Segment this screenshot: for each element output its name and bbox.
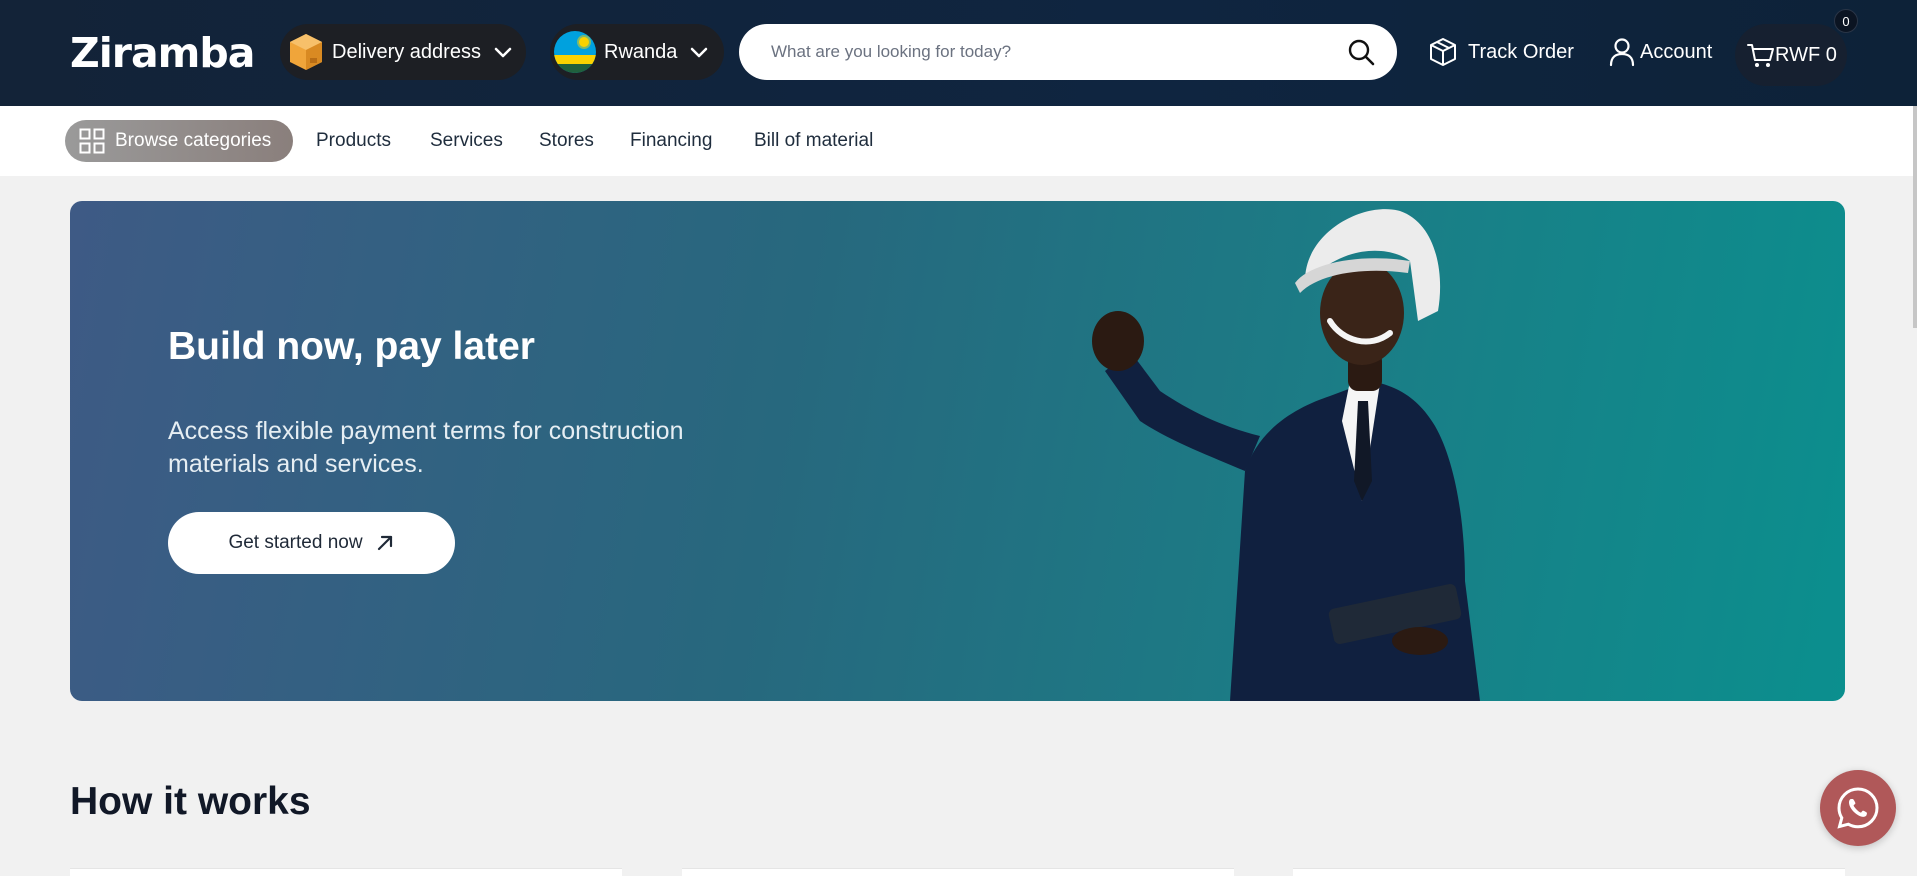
cart-total: RWF 0 xyxy=(1775,43,1837,66)
search-icon[interactable] xyxy=(1347,38,1375,66)
nav-item-services[interactable]: Services xyxy=(430,130,503,152)
cart-button[interactable]: RWF 0 xyxy=(1735,24,1847,86)
hero-subtitle: Access flexible payment terms for constr… xyxy=(168,417,684,478)
chevron-down-icon xyxy=(691,47,708,58)
country-selector[interactable]: Rwanda xyxy=(550,24,724,80)
delivery-address-button[interactable]: Delivery address xyxy=(280,24,526,80)
user-icon xyxy=(1609,38,1635,67)
search-input[interactable] xyxy=(769,41,1333,63)
box-icon xyxy=(1430,38,1456,66)
nav-item-products[interactable]: Products xyxy=(316,130,391,152)
top-header: Ziramba Delivery address Rwanda What are… xyxy=(0,0,1917,106)
engineer-illustration xyxy=(1092,209,1480,701)
scrollbar-thumb[interactable] xyxy=(1913,106,1917,328)
search-bar xyxy=(739,24,1397,80)
grid-icon xyxy=(79,128,105,154)
nav-item-financing[interactable]: Financing xyxy=(630,130,712,152)
how-it-works-title: How it works xyxy=(70,780,311,823)
get-started-button[interactable]: Get started now xyxy=(168,512,455,574)
whatsapp-icon xyxy=(1837,787,1879,829)
cart-count-badge: 0 xyxy=(1834,9,1858,33)
rwanda-flag-icon xyxy=(554,31,596,73)
hero-title: Build now, pay later xyxy=(168,325,535,368)
country-label: Rwanda xyxy=(604,40,678,63)
nav-item-bill-of-material[interactable]: Bill of material xyxy=(754,130,873,152)
cart-icon xyxy=(1747,44,1774,67)
account-label: Account xyxy=(1640,40,1713,63)
browse-categories-button[interactable]: Browse categories xyxy=(65,120,293,162)
category-nav: Browse categories Products Services Stor… xyxy=(0,106,1917,176)
logo[interactable]: Ziramba xyxy=(70,28,255,78)
hero-banner: Build now, pay later Access flexible pay… xyxy=(70,201,1845,701)
package-icon xyxy=(290,34,322,70)
delivery-address-label: Delivery address xyxy=(332,40,481,63)
nav-item-stores[interactable]: Stores xyxy=(539,130,594,152)
browse-categories-label: Browse categories xyxy=(115,130,272,151)
get-started-label: Get started now xyxy=(228,532,363,553)
track-order-link[interactable]: Track Order xyxy=(1428,30,1574,74)
track-order-label: Track Order xyxy=(1468,40,1574,63)
whatsapp-button[interactable] xyxy=(1820,770,1896,846)
arrow-up-right-icon xyxy=(377,535,392,551)
account-link[interactable]: Account xyxy=(1608,30,1712,74)
chevron-down-icon xyxy=(494,47,512,58)
